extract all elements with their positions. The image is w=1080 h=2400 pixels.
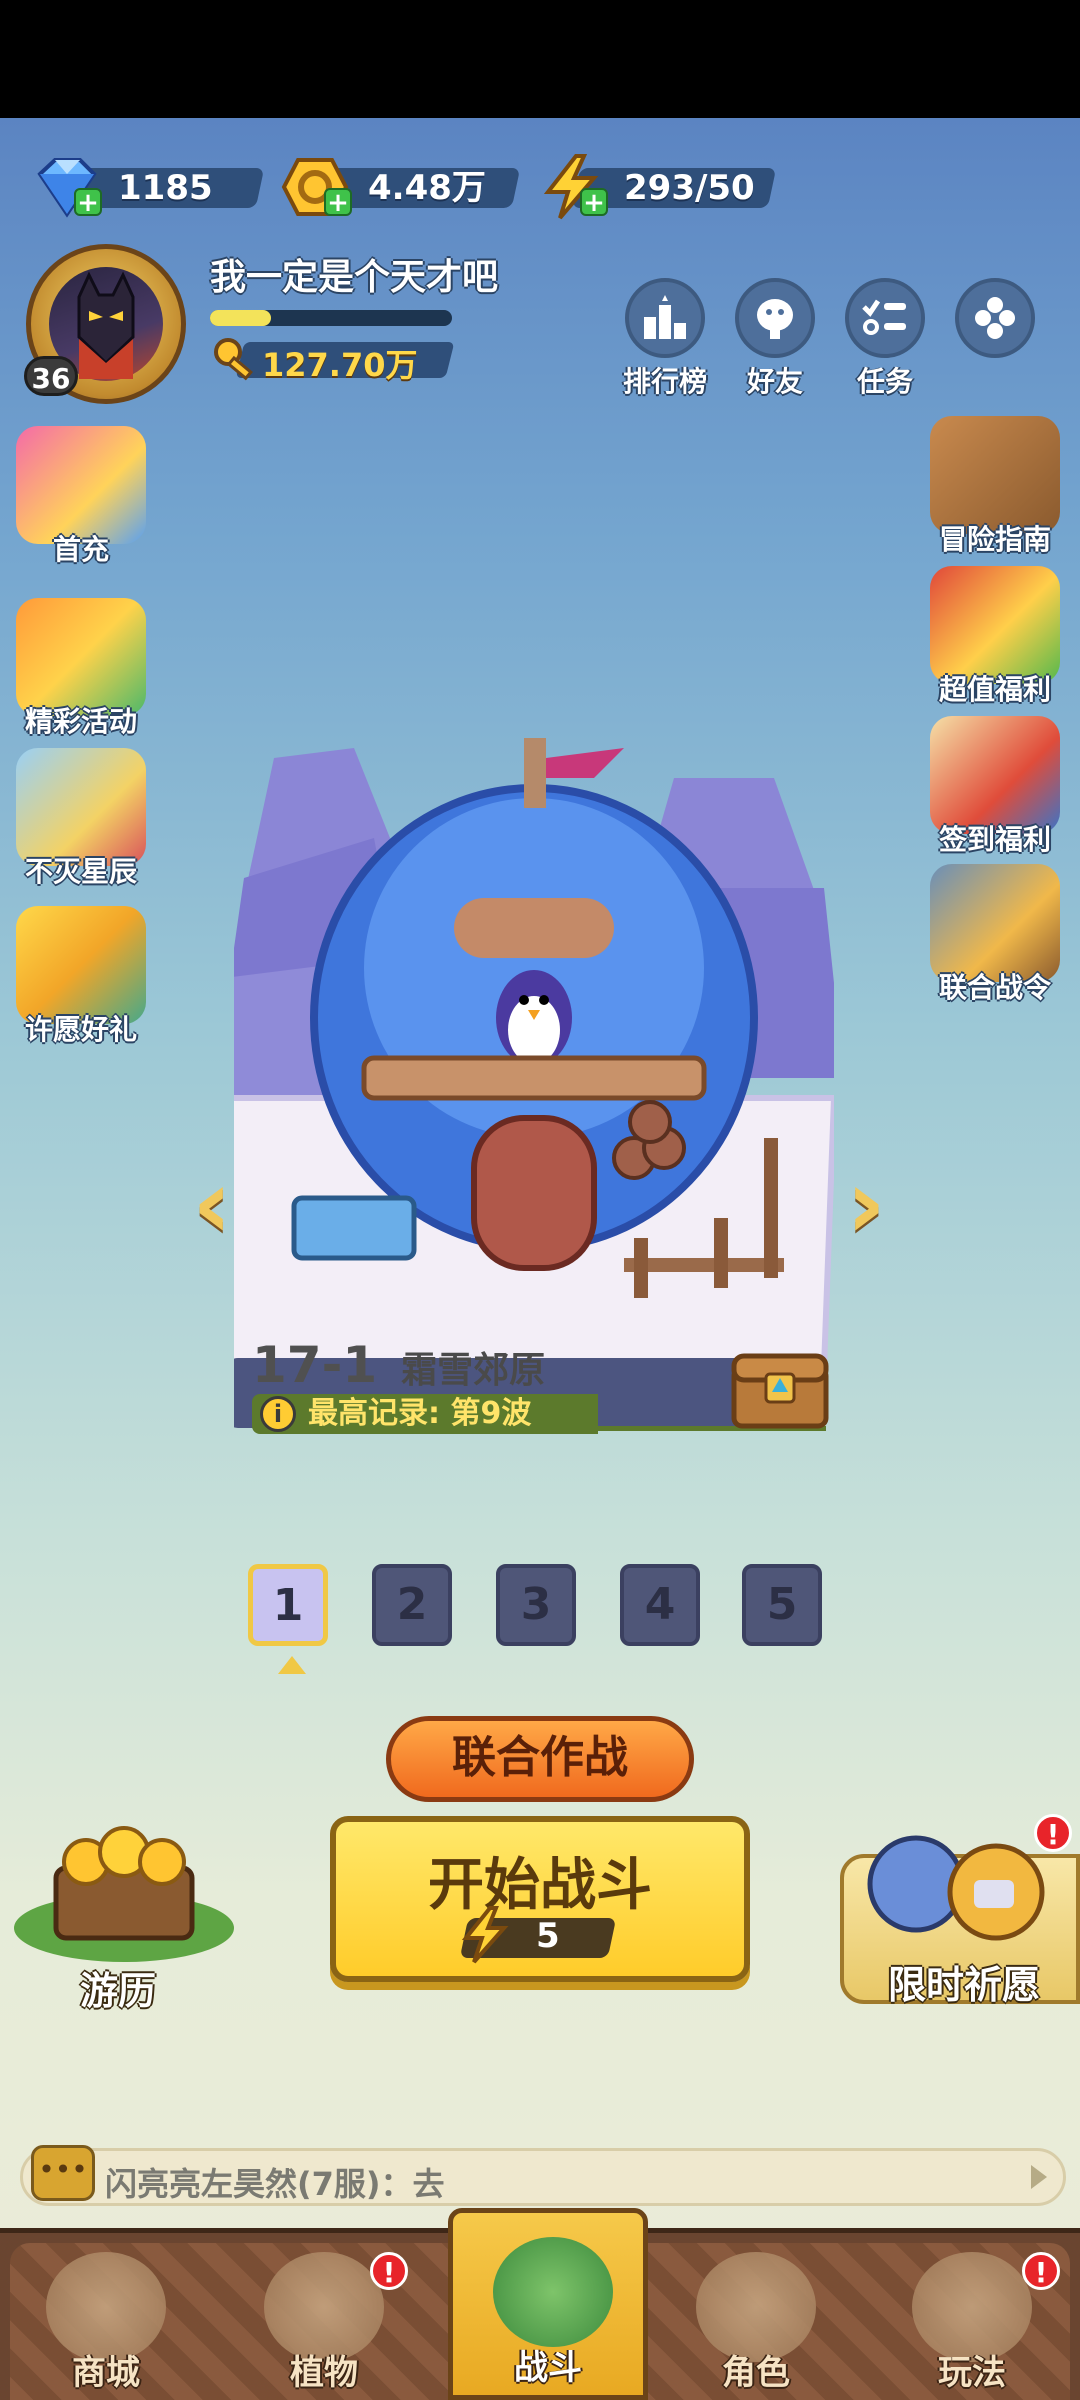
gameplay-alert-badge: ! bbox=[1022, 2252, 1060, 2290]
nav-plants[interactable]: 植物 ! bbox=[224, 2228, 424, 2400]
experience-bar bbox=[210, 310, 452, 326]
next-stage-button[interactable]: › bbox=[836, 1156, 896, 1252]
combat-power: 127.70万 bbox=[210, 334, 455, 384]
travel-label: 游历 bbox=[80, 1969, 157, 2013]
events-button[interactable]: 精彩活动 bbox=[6, 598, 156, 740]
lightning-icon bbox=[461, 1906, 509, 1964]
wave-selector: 1 2 3 4 5 bbox=[248, 1564, 838, 1674]
wave-button-3[interactable]: 3 bbox=[496, 1564, 576, 1646]
more-button[interactable] bbox=[950, 278, 1040, 398]
checkin-calendar-icon bbox=[930, 716, 1060, 834]
wave-button-5[interactable]: 5 bbox=[742, 1564, 822, 1646]
player-name: 我一定是个天才吧 bbox=[210, 257, 499, 298]
alliance-pass-button[interactable]: 联合战令 bbox=[920, 864, 1070, 1006]
limited-prayer-button[interactable]: 限时祈愿 ! bbox=[836, 1814, 1080, 2010]
wave-button-2[interactable]: 2 bbox=[372, 1564, 452, 1646]
stage-title: 17-1 霜雪郊原 bbox=[252, 1336, 545, 1394]
value-welfare-button[interactable]: 超值福利 bbox=[920, 566, 1070, 708]
add-diamond-button[interactable]: + bbox=[74, 188, 102, 216]
igloo-door bbox=[471, 1115, 597, 1271]
chimney bbox=[524, 738, 546, 808]
battle-windmill-icon bbox=[493, 2237, 613, 2347]
prayer-alert-badge: ! bbox=[1034, 1814, 1072, 1852]
prayer-heroes-icon bbox=[867, 1835, 1045, 1941]
best-record-text: 最高记录: 第9波 bbox=[308, 1396, 532, 1431]
leaderboard-button[interactable]: 排行榜 bbox=[620, 278, 710, 398]
stage-name: 霜雪郊原 bbox=[401, 1350, 546, 1391]
friends-icon bbox=[757, 299, 793, 339]
alliance-pass-icon bbox=[930, 864, 1060, 982]
gold-counter[interactable]: + 4.48万 bbox=[280, 158, 521, 216]
checkin-welfare-button[interactable]: 签到福利 bbox=[920, 716, 1070, 858]
energy-counter[interactable]: + 293/50 bbox=[536, 154, 777, 220]
igloo-window bbox=[454, 898, 614, 958]
start-battle-button[interactable]: 开始战斗 5 bbox=[330, 1816, 750, 1982]
key-icon bbox=[214, 338, 253, 381]
status-bar bbox=[0, 0, 1080, 118]
tasks-icon bbox=[862, 299, 906, 335]
penguin-icon bbox=[496, 970, 572, 1066]
gold-treasure-icon bbox=[14, 1826, 234, 1962]
balcony bbox=[361, 1055, 707, 1101]
wish-gift-button[interactable]: 许愿好礼 bbox=[6, 906, 156, 1048]
add-gold-button[interactable]: + bbox=[324, 188, 352, 216]
adventure-guide-icon bbox=[930, 416, 1060, 534]
nav-shop[interactable]: 商城 bbox=[6, 2228, 206, 2400]
more-icon bbox=[975, 297, 1015, 339]
selected-wave-pointer bbox=[278, 1656, 306, 1674]
stage-scene[interactable] bbox=[234, 718, 834, 1438]
diamond-value: 1185 bbox=[118, 168, 213, 208]
first-recharge-icon bbox=[16, 426, 146, 544]
nav-gameplay[interactable]: 玩法 ! bbox=[872, 2228, 1072, 2400]
experience-fill bbox=[210, 310, 271, 326]
plants-alert-badge: ! bbox=[370, 2252, 408, 2290]
wish-gift-icon bbox=[16, 906, 146, 1024]
first-recharge-button[interactable]: 首充 bbox=[6, 426, 156, 568]
coop-battle-button[interactable]: 联合作战 bbox=[386, 1716, 694, 1802]
combat-power-value: 127.70万 bbox=[262, 346, 418, 384]
chat-bar[interactable]: ••• 闪亮亮左昊然(7服)：去 bbox=[20, 2145, 1066, 2206]
treasure-chest-icon[interactable] bbox=[730, 1348, 830, 1430]
chat-bubble-icon: ••• bbox=[31, 2145, 95, 2201]
tasks-button[interactable]: 任务 bbox=[840, 278, 930, 398]
play-icon bbox=[1031, 2165, 1047, 2189]
player-level-badge: 36 bbox=[24, 356, 78, 396]
gold-value: 4.48万 bbox=[368, 168, 486, 208]
value-welfare-icon bbox=[930, 566, 1060, 684]
add-energy-button[interactable]: + bbox=[580, 188, 608, 216]
adventure-guide-button[interactable]: 冒险指南 bbox=[920, 416, 1070, 558]
flag-icon bbox=[546, 748, 624, 778]
wave-button-4[interactable]: 4 bbox=[620, 1564, 700, 1646]
eternal-stars-icon bbox=[16, 748, 146, 866]
previous-stage-button[interactable]: ‹ bbox=[182, 1156, 242, 1252]
stage-number: 17-1 bbox=[252, 1336, 378, 1394]
limited-prayer-label: 限时祈愿 bbox=[888, 1963, 1041, 2007]
game-screen: + 1185 + 4.48万 + 293/50 36 我一定是个天才吧 127.… bbox=[0, 118, 1080, 2400]
sled-icon bbox=[291, 1195, 417, 1261]
leaderboard-icon bbox=[644, 295, 686, 339]
diamond-counter[interactable]: + 1185 bbox=[30, 158, 270, 218]
nav-battle[interactable]: 战斗 bbox=[448, 2208, 648, 2400]
start-battle-label: 开始战斗 bbox=[428, 1853, 652, 1918]
info-icon[interactable]: i bbox=[260, 1396, 296, 1432]
nav-characters[interactable]: 角色 bbox=[656, 2228, 856, 2400]
eternal-stars-button[interactable]: 不灭星辰 bbox=[6, 748, 156, 890]
travel-button[interactable]: 游历 bbox=[6, 1818, 242, 2018]
friends-button[interactable]: 好友 bbox=[730, 278, 820, 398]
start-battle-cost: 5 bbox=[536, 1916, 560, 1956]
energy-value: 293/50 bbox=[624, 168, 755, 208]
wave-button-1[interactable]: 1 bbox=[248, 1564, 328, 1646]
chat-message: 闪亮亮左昊然(7服)：去 bbox=[105, 2165, 445, 2203]
events-icon bbox=[16, 598, 146, 716]
